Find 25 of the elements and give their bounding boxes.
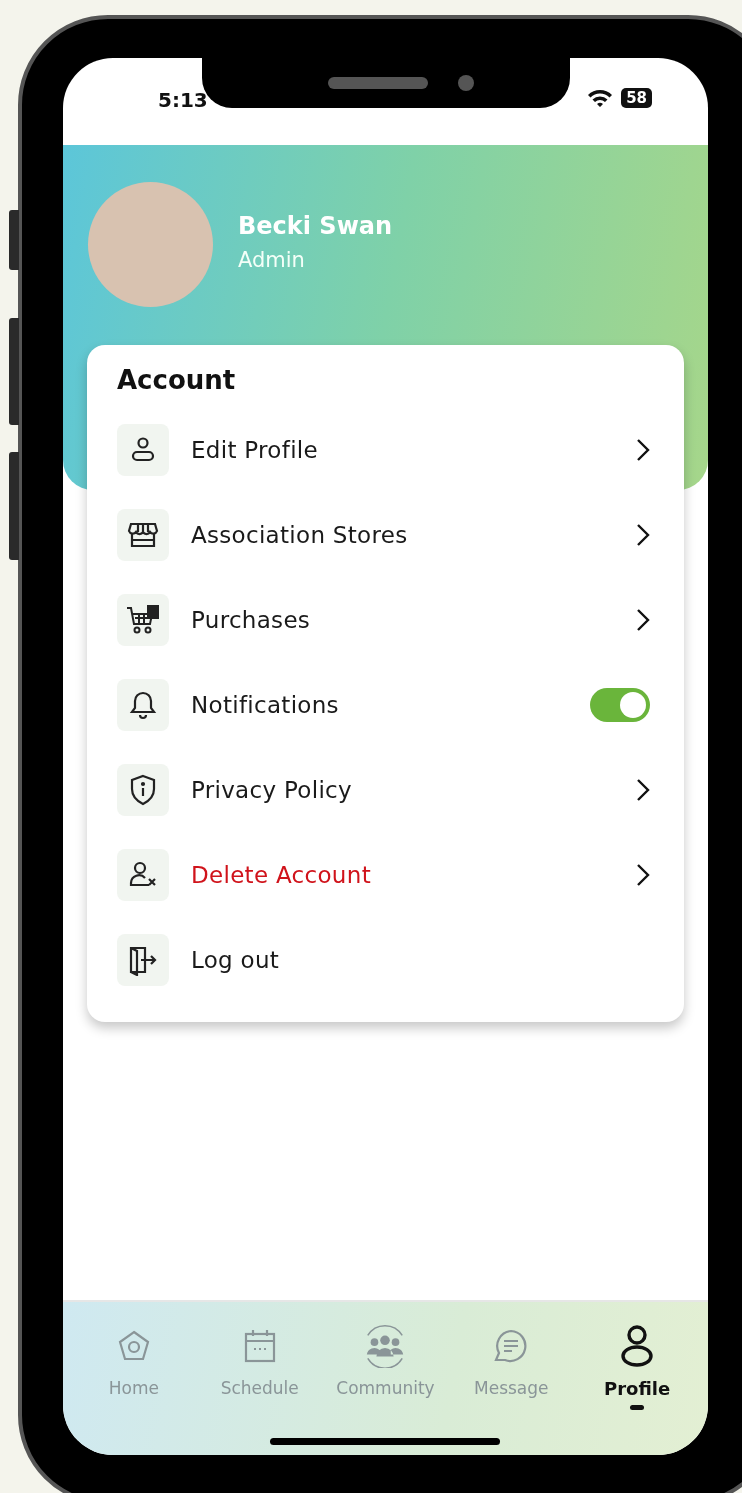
menu-item[interactable]: Delete Account bbox=[191, 861, 614, 888]
menu-item[interactable]: Edit Profile bbox=[191, 436, 614, 463]
user-role: Admin bbox=[238, 248, 306, 272]
section-title: Account bbox=[117, 365, 237, 395]
chevron-right-icon[interactable] bbox=[636, 437, 650, 462]
menu-item[interactable]: Purchases bbox=[191, 606, 614, 633]
active-tab-indicator bbox=[630, 1405, 645, 1410]
nav-tab[interactable]: Profile bbox=[577, 1324, 698, 1422]
bell-icon bbox=[129, 689, 157, 720]
chevron-right-icon[interactable] bbox=[636, 862, 650, 887]
user-name: Becki Swan bbox=[238, 212, 393, 240]
chevron-right-icon[interactable] bbox=[636, 522, 650, 547]
menu-item[interactable]: Log out bbox=[191, 946, 650, 973]
person-icon bbox=[620, 1324, 655, 1368]
shopping-cart-icon bbox=[126, 603, 160, 636]
chevron-right-icon[interactable] bbox=[636, 777, 650, 802]
battery-indicator: 58 bbox=[621, 88, 652, 108]
status-time: 5:13 bbox=[158, 88, 208, 112]
shield-info-icon bbox=[129, 773, 157, 806]
menu-item[interactable]: Notifications bbox=[191, 691, 568, 718]
chevron-right-icon[interactable] bbox=[636, 607, 650, 632]
menu-item[interactable]: Privacy Policy bbox=[191, 776, 614, 803]
notifications-toggle[interactable] bbox=[590, 687, 650, 722]
menu-item[interactable]: Association Stores bbox=[191, 521, 614, 548]
wifi-icon bbox=[587, 88, 614, 108]
